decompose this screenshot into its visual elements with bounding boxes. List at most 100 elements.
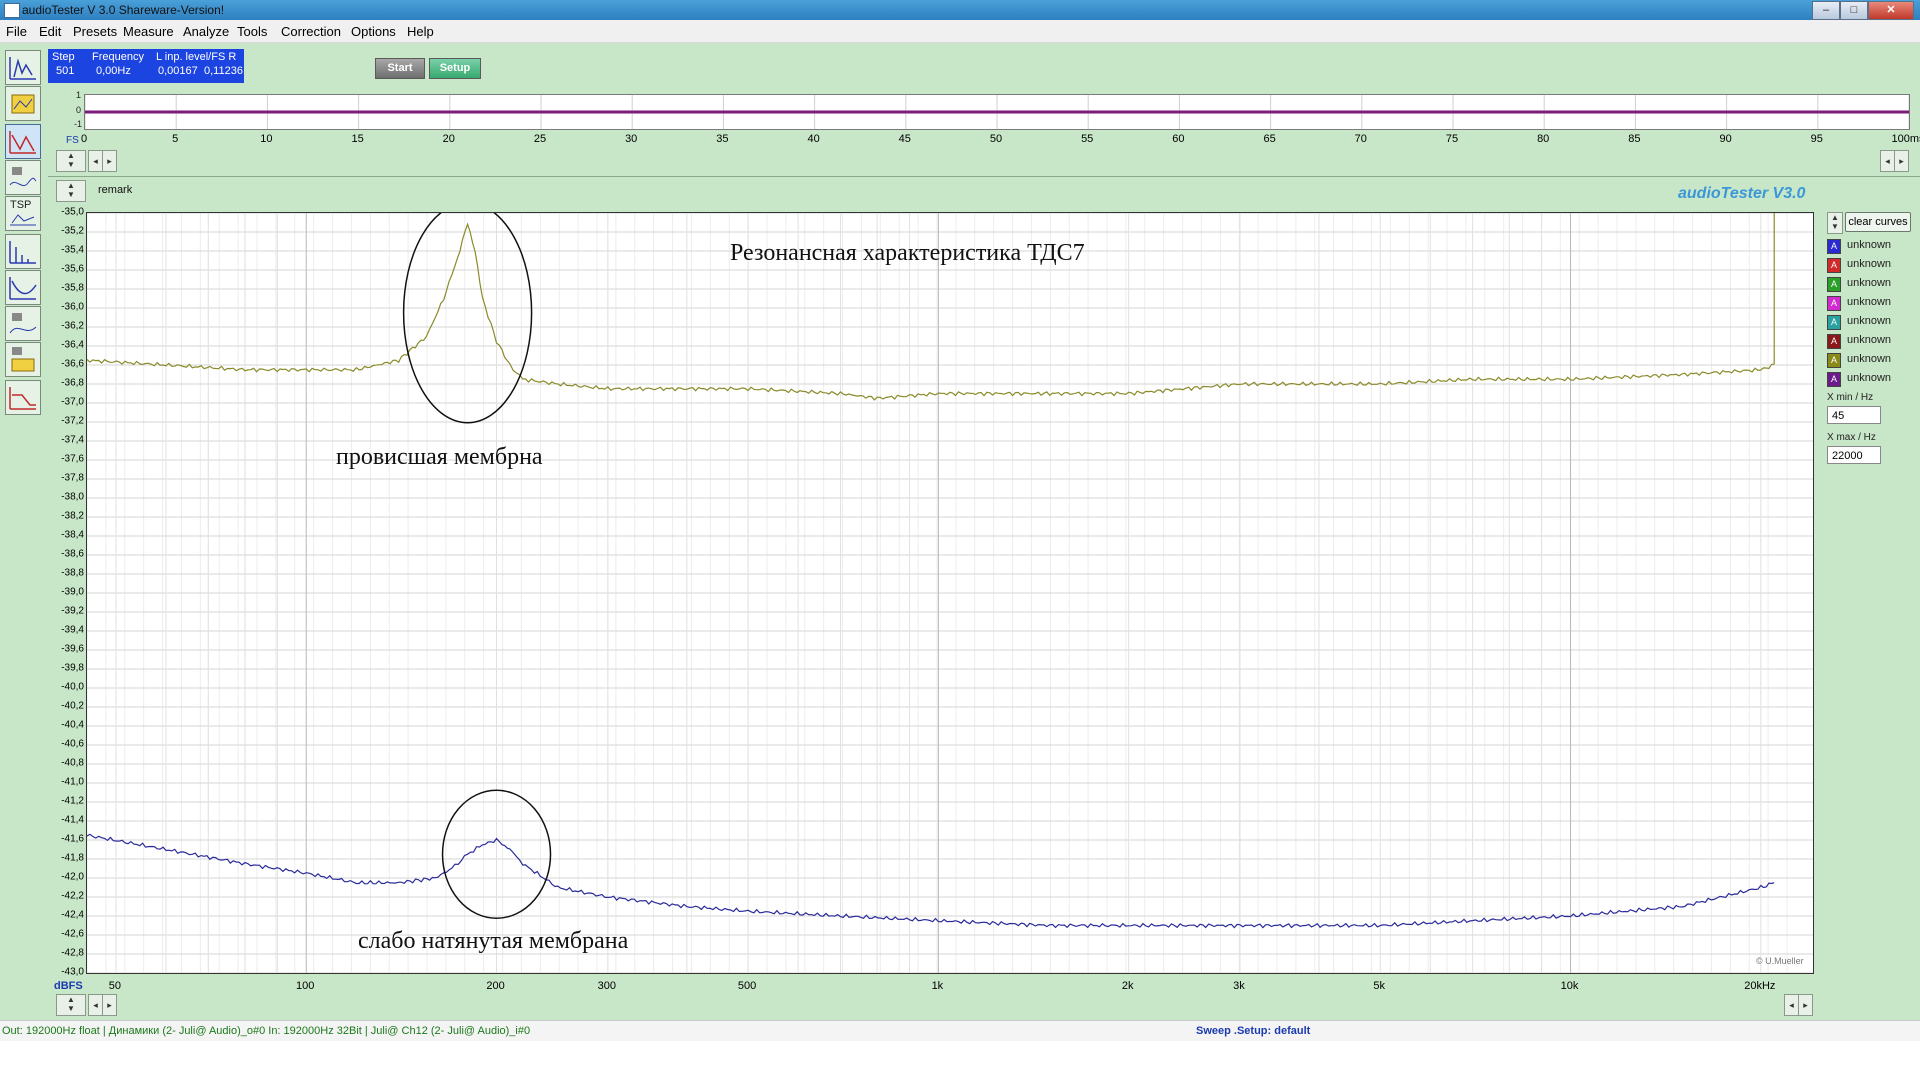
graph-scroll-right-end[interactable]: ▸ xyxy=(1798,994,1813,1016)
setup-button[interactable]: Setup xyxy=(429,58,481,79)
xmax-input[interactable]: 22000 xyxy=(1827,446,1881,464)
scope-scroll-left[interactable]: ◂ xyxy=(88,150,103,172)
time-tick-label: 75 xyxy=(1445,133,1459,145)
y-tick-label: -37,6 xyxy=(61,453,84,465)
menu-correction[interactable]: Correction xyxy=(281,24,341,39)
curve-name: unknown xyxy=(1847,277,1892,289)
menu-help[interactable]: Help xyxy=(407,24,434,39)
scope-scroll-right[interactable]: ▸ xyxy=(102,150,117,172)
y-tick-label: -41,6 xyxy=(61,833,84,845)
y-tick-label: -40,4 xyxy=(61,719,84,731)
graph-scroll-left[interactable]: ◂ xyxy=(88,994,103,1016)
y-tick-label: -39,2 xyxy=(61,605,84,617)
scope-y-top: 1 xyxy=(76,90,82,100)
curve-item[interactable]: Aunknown xyxy=(1827,352,1919,368)
curve-name: unknown xyxy=(1847,239,1892,251)
menu-options[interactable]: Options xyxy=(351,24,396,39)
curve-item[interactable]: Aunknown xyxy=(1827,314,1919,330)
x-tick-label: 50 xyxy=(108,980,122,992)
time-tick-label: 35 xyxy=(716,133,729,145)
menu-edit[interactable]: Edit xyxy=(39,24,61,39)
time-tick-label: 25 xyxy=(533,133,547,145)
curve-item[interactable]: Aunknown xyxy=(1827,295,1919,311)
time-tick-label: 90 xyxy=(1719,133,1732,145)
time-tick-label: 30 xyxy=(625,133,638,145)
minimize-button[interactable]: – xyxy=(1812,1,1840,20)
curve-color-swatch[interactable]: A xyxy=(1827,258,1841,273)
start-button[interactable]: Start xyxy=(375,58,425,79)
x-tick-label: 1k xyxy=(931,980,944,992)
y-tick-label: -38,2 xyxy=(61,510,84,522)
scope-y-bottom: -1 xyxy=(74,119,83,129)
window-title: audioTester V 3.0 Shareware-Version! xyxy=(22,3,225,17)
curve-color-swatch[interactable]: A xyxy=(1827,315,1841,330)
time-tick-label: 65 xyxy=(1263,133,1276,145)
y-tick-label: -35,4 xyxy=(61,244,84,256)
x-axis-labels: 50 100 200 300 500 1k 2k 3k 5k 10k 20kHz xyxy=(86,980,1826,994)
menu-measure[interactable]: Measure xyxy=(123,24,174,39)
curve-name: unknown xyxy=(1847,353,1892,365)
scope-zoom-spinner[interactable]: ▲ ▼ xyxy=(56,150,86,172)
curve-color-swatch[interactable]: A xyxy=(1827,277,1841,292)
folder-tool-button[interactable] xyxy=(5,86,41,121)
curve-color-swatch[interactable]: A xyxy=(1827,353,1841,368)
status-mode: Sweep .Setup: default xyxy=(1196,1025,1311,1037)
panel-divider xyxy=(48,176,1920,177)
time-tick-label: 40 xyxy=(807,133,820,145)
y-tick-label: -38,8 xyxy=(61,567,84,579)
scope-scroll-left-end[interactable]: ◂ xyxy=(1880,150,1895,172)
graph-scroll-right[interactable]: ▸ xyxy=(102,994,117,1016)
status-io-info: Out: 192000Hz float | Динамики (2- Juli@… xyxy=(2,1025,531,1037)
step-label: Step xyxy=(52,51,75,63)
curve-item[interactable]: Aunknown xyxy=(1827,238,1919,254)
menu-file[interactable]: File xyxy=(6,24,27,39)
level-label: L inp. level/FS R xyxy=(156,51,237,63)
distortion-tool-button[interactable] xyxy=(5,234,41,269)
xaxis-zoom-spinner[interactable]: ▲ ▼ xyxy=(56,994,86,1016)
spectrum-tool-button[interactable] xyxy=(5,50,41,85)
y-tick-label: -37,2 xyxy=(61,415,84,427)
menu-tools[interactable]: Tools xyxy=(237,24,267,39)
close-button[interactable]: ✕ xyxy=(1868,1,1914,20)
curve-color-swatch[interactable]: A xyxy=(1827,372,1841,387)
level-left-value: 0,00167 xyxy=(158,65,198,77)
y-tick-label: -37,4 xyxy=(61,434,84,446)
xmin-input[interactable]: 45 xyxy=(1827,406,1881,424)
menu-presets[interactable]: Presets xyxy=(73,24,117,39)
menu-analyze[interactable]: Analyze xyxy=(183,24,229,39)
time-tick-label: 50 xyxy=(989,133,1003,145)
curve-color-swatch[interactable]: A xyxy=(1827,296,1841,311)
tsp-icon xyxy=(10,214,36,226)
cable-tool-button[interactable] xyxy=(5,306,41,341)
curve-item[interactable]: Aunknown xyxy=(1827,257,1919,273)
curve-color-swatch[interactable]: A xyxy=(1827,334,1841,349)
graph-zoom-spinner[interactable]: ▲ ▼ xyxy=(56,180,86,202)
impedance-tool-button[interactable] xyxy=(5,160,41,195)
series-line-2 xyxy=(86,833,1775,929)
phase-tool-button[interactable] xyxy=(5,270,41,305)
sweep-tool-button[interactable] xyxy=(5,124,41,159)
y-tick-label: -37,8 xyxy=(61,472,84,484)
curve-item[interactable]: Aunknown xyxy=(1827,276,1919,292)
curve-name: unknown xyxy=(1847,296,1892,308)
scope-scroll-right-end[interactable]: ▸ xyxy=(1894,150,1909,172)
y-tick-label: -35,8 xyxy=(61,282,84,294)
time-tick-label: 0 xyxy=(80,133,88,145)
y-tick-label: -39,4 xyxy=(61,624,84,636)
clear-curves-button[interactable]: clear curves xyxy=(1845,212,1911,232)
curves-spinner[interactable]: ▲ ▼ xyxy=(1827,212,1843,234)
curve-item[interactable]: Aunknown xyxy=(1827,371,1919,387)
scope-tool-button[interactable] xyxy=(5,342,41,377)
filter-tool-button[interactable] xyxy=(5,380,41,415)
scope-trace xyxy=(84,95,1910,129)
curves-panel: ▲ ▼ clear curves Aunknown Aunknown Aunknown… xyxy=(1825,210,1920,510)
curve-name: unknown xyxy=(1847,334,1892,346)
graph-scroll-left-end[interactable]: ◂ xyxy=(1784,994,1799,1016)
tsp-tool-button[interactable]: TSP xyxy=(5,196,41,231)
maximize-button[interactable]: □ xyxy=(1840,1,1868,20)
xmin-label: X min / Hz xyxy=(1827,392,1874,403)
distortion-icon xyxy=(9,241,36,264)
frequency-response-chart xyxy=(86,202,1814,974)
curve-color-swatch[interactable]: A xyxy=(1827,239,1841,254)
curve-item[interactable]: Aunknown xyxy=(1827,333,1919,349)
